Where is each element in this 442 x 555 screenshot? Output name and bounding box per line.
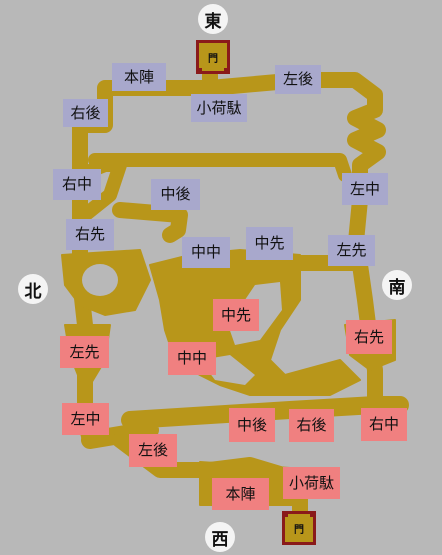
east-uchu[interactable]: 右中 (53, 169, 101, 200)
hole-left-blob (82, 264, 118, 296)
west-usen[interactable]: 右先 (346, 320, 392, 354)
east-sago[interactable]: 左後 (275, 65, 321, 94)
west-sasen[interactable]: 左先 (60, 336, 109, 368)
east-sasen[interactable]: 左先 (328, 235, 375, 266)
west-honjin[interactable]: 本陣 (212, 478, 269, 510)
west-sago[interactable]: 左後 (129, 434, 177, 467)
path-right (347, 192, 383, 413)
east-honjin[interactable]: 本陣 (112, 63, 166, 91)
west-chuchu[interactable]: 中中 (168, 342, 216, 375)
east-sachu[interactable]: 左中 (342, 173, 388, 205)
east-konidaeki[interactable]: 小荷駄 (191, 94, 247, 122)
path-mid (112, 202, 188, 243)
direction-north-marker: 北 (18, 274, 48, 304)
east-chuchu[interactable]: 中中 (182, 237, 230, 268)
direction-east-marker: 東 (198, 4, 228, 34)
gate-west[interactable]: 門 (282, 511, 316, 545)
path-top-inner (88, 153, 352, 182)
west-chusen[interactable]: 中先 (213, 299, 259, 331)
east-chusen[interactable]: 中先 (246, 227, 293, 260)
battle-map (61, 67, 409, 528)
east-chugo[interactable]: 中後 (151, 179, 200, 210)
east-usen[interactable]: 右先 (66, 219, 114, 250)
west-uchu[interactable]: 右中 (361, 408, 407, 441)
west-ugo[interactable]: 右後 (289, 409, 334, 442)
gate-east[interactable]: 門 (196, 40, 230, 74)
west-sachu[interactable]: 左中 (62, 403, 109, 435)
direction-south-marker: 南 (382, 270, 412, 300)
west-konidaeki[interactable]: 小荷駄 (283, 467, 340, 499)
direction-west-marker: 西 (205, 522, 235, 552)
west-chugo[interactable]: 中後 (229, 408, 275, 442)
east-ugo[interactable]: 右後 (63, 99, 108, 127)
